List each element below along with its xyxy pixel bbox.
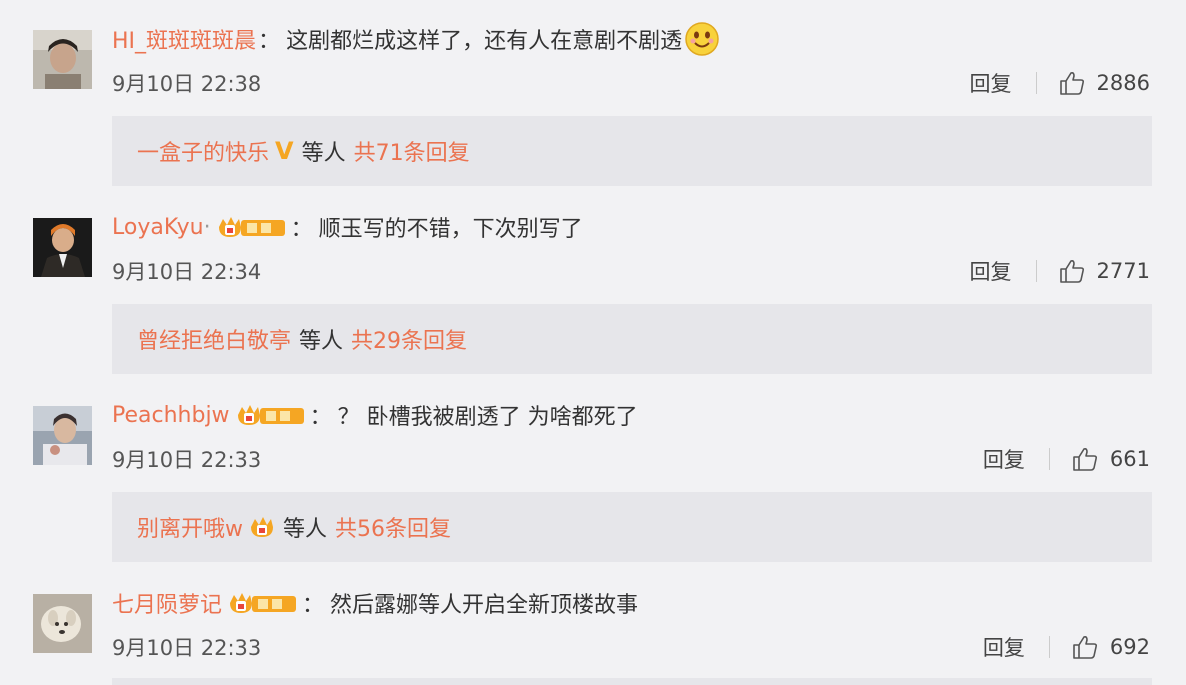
vip-v-badge: V — [275, 137, 294, 165]
reply-button[interactable]: 回复 — [983, 632, 1025, 662]
crown-badge-icon — [249, 515, 275, 539]
like-button[interactable]: 661 — [1072, 447, 1150, 471]
divider — [1048, 636, 1050, 658]
smile-emoji-icon — [684, 21, 720, 57]
divider — [1035, 72, 1037, 94]
comment-meta: 9月10日 22:38 回复 2886 — [112, 69, 1150, 97]
avatar[interactable] — [33, 30, 92, 89]
total-replies-link[interactable]: 共29条回复 — [351, 323, 467, 355]
like-count: 692 — [1109, 635, 1150, 659]
avatar[interactable] — [33, 406, 92, 465]
replies-box[interactable]: 别离开哦w 等人 共56条回复 — [112, 492, 1152, 562]
username-link[interactable]: 七月陨萝记 — [112, 587, 222, 619]
others-label: 等人 — [301, 141, 346, 166]
username-link[interactable]: LoyaKyu — [112, 215, 204, 240]
thumbs-up-icon — [1059, 72, 1084, 95]
total-replies-link[interactable]: 共71条回复 — [354, 135, 470, 167]
like-button[interactable]: 2886 — [1059, 71, 1150, 95]
timestamp: 9月10日 22:33 — [112, 636, 262, 660]
comment-text: 然后露娜等人开启全新顶楼故事 — [330, 593, 639, 618]
like-count: 661 — [1109, 447, 1150, 471]
timestamp: 9月10日 22:38 — [112, 72, 262, 96]
others-label: 等人 — [299, 329, 344, 354]
separator-dot: · — [203, 214, 211, 240]
avatar[interactable] — [33, 594, 92, 653]
crown-badge-icon[interactable] — [228, 591, 300, 615]
reply-username[interactable]: 一盒子的快乐 — [137, 135, 269, 167]
reply-button[interactable]: 回复 — [983, 444, 1025, 474]
total-replies-link[interactable]: 共56条回复 — [335, 511, 451, 543]
comment-text: ？ 卧槽我被剧透了 为啥都死了 — [337, 405, 638, 430]
comment-line: HI_斑斑斑斑晨 ： 这剧都烂成这样了，还有人在意剧不剧透 — [112, 22, 720, 56]
timestamp: 9月10日 22:34 — [112, 260, 262, 284]
comment-line: Peachhbjw ： ？ 卧槽我被剧透了 为啥都死了 — [112, 398, 638, 432]
replies-box-edge — [112, 678, 1152, 685]
colon: ： — [258, 29, 281, 54]
colon: ： — [309, 405, 332, 430]
thumbs-up-icon — [1073, 448, 1097, 471]
reply-button[interactable]: 回复 — [970, 256, 1012, 286]
comment-text: 顺玉写的不错，下次别写了 — [318, 217, 583, 242]
comment-line: LoyaKyu · ： 顺玉写的不错，下次别写了 — [112, 210, 583, 244]
divider — [1035, 260, 1037, 282]
reply-button[interactable]: 回复 — [970, 68, 1012, 98]
username-link[interactable]: Peachhbjw — [112, 403, 230, 428]
colon: ： — [302, 593, 325, 618]
avatar[interactable] — [33, 218, 92, 277]
reply-username[interactable]: 别离开哦w — [137, 511, 243, 543]
thumbs-up-icon — [1059, 260, 1084, 283]
others-label: 等人 — [283, 517, 328, 542]
thumbs-up-icon — [1073, 636, 1097, 659]
comment-line: 七月陨萝记 ： 然后露娜等人开启全新顶楼故事 — [112, 586, 638, 620]
like-button[interactable]: 2771 — [1059, 259, 1150, 283]
reply-username[interactable]: 曾经拒绝白敬亭 — [137, 323, 291, 355]
comment-meta: 9月10日 22:34 回复 2771 — [112, 257, 1150, 285]
comment-meta: 9月10日 22:33 回复 661 — [112, 445, 1150, 473]
like-count: 2771 — [1096, 259, 1150, 283]
replies-box[interactable]: 一盒子的快乐 V 等人 共71条回复 — [112, 116, 1152, 186]
crown-badge-icon[interactable] — [236, 403, 308, 427]
replies-box[interactable]: 曾经拒绝白敬亭 等人 共29条回复 — [112, 304, 1152, 374]
crown-badge-icon[interactable] — [217, 215, 289, 239]
comment-text: 这剧都烂成这样了，还有人在意剧不剧透 — [286, 29, 683, 54]
username-link[interactable]: HI_斑斑斑斑晨 — [112, 23, 256, 55]
comment-meta: 9月10日 22:33 回复 692 — [112, 633, 1150, 661]
timestamp: 9月10日 22:33 — [112, 448, 262, 472]
colon: ： — [290, 217, 313, 242]
like-button[interactable]: 692 — [1072, 635, 1150, 659]
like-count: 2886 — [1096, 71, 1150, 95]
divider — [1048, 448, 1050, 470]
